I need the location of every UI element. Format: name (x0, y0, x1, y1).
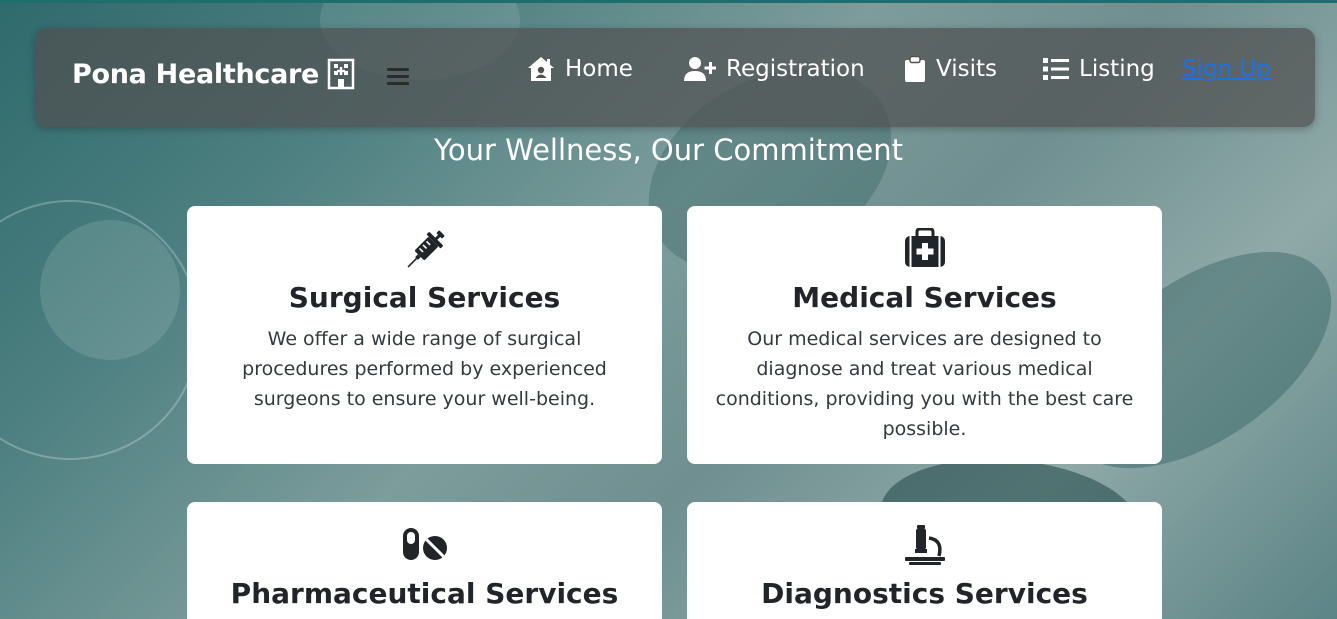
service-title: Surgical Services (288, 281, 561, 314)
microscope-icon (903, 524, 947, 568)
clipboard-icon (904, 55, 926, 83)
service-card-diagnostics: Diagnostics Services (687, 502, 1162, 619)
service-card-pharmaceutical: Pharmaceutical Services (187, 502, 662, 619)
syringe-icon (403, 228, 447, 272)
nav-item-label: Home (565, 56, 633, 82)
medical-kit-icon (903, 227, 947, 272)
hamburger-bar (387, 67, 409, 71)
service-description: We offer a wide range of surgical proced… (242, 328, 607, 410)
service-card-surgical: Surgical Services We offer a wide range … (187, 206, 662, 464)
service-title: Diagnostics Services (761, 577, 1088, 610)
sign-up-link[interactable]: Sign Up (1182, 54, 1271, 84)
hamburger-bar (387, 81, 409, 85)
brand-name: Pona Healthcare (72, 58, 320, 90)
service-title: Medical Services (792, 281, 1057, 314)
navbar: Pona Healthcare Home Registration Visits… (35, 28, 1315, 127)
list-icon (1043, 57, 1069, 81)
hospital-icon (327, 58, 355, 90)
hamburger-menu-button[interactable] (387, 64, 411, 88)
service-card-medical: Medical Services Our medical services ar… (687, 206, 1162, 464)
nav-item-listing[interactable]: Listing (1043, 54, 1155, 84)
nav-item-visits[interactable]: Visits (904, 54, 997, 84)
home-icon (527, 56, 555, 82)
nav-item-label: Listing (1079, 56, 1155, 82)
top-accent-line (0, 0, 1337, 3)
nav-item-label: Registration (726, 56, 865, 82)
nav-item-home[interactable]: Home (527, 54, 633, 84)
nav-item-label: Visits (936, 56, 997, 82)
brand[interactable]: Pona Healthcare (72, 56, 355, 92)
service-title: Pharmaceutical Services (230, 577, 619, 610)
hamburger-bar (387, 74, 409, 78)
user-plus-icon (684, 56, 716, 82)
page-tagline: Your Wellness, Our Commitment (433, 133, 904, 167)
nav-item-registration[interactable]: Registration (684, 54, 865, 84)
service-description: Our medical services are designed to dia… (715, 328, 1134, 440)
pills-icon (401, 524, 449, 568)
